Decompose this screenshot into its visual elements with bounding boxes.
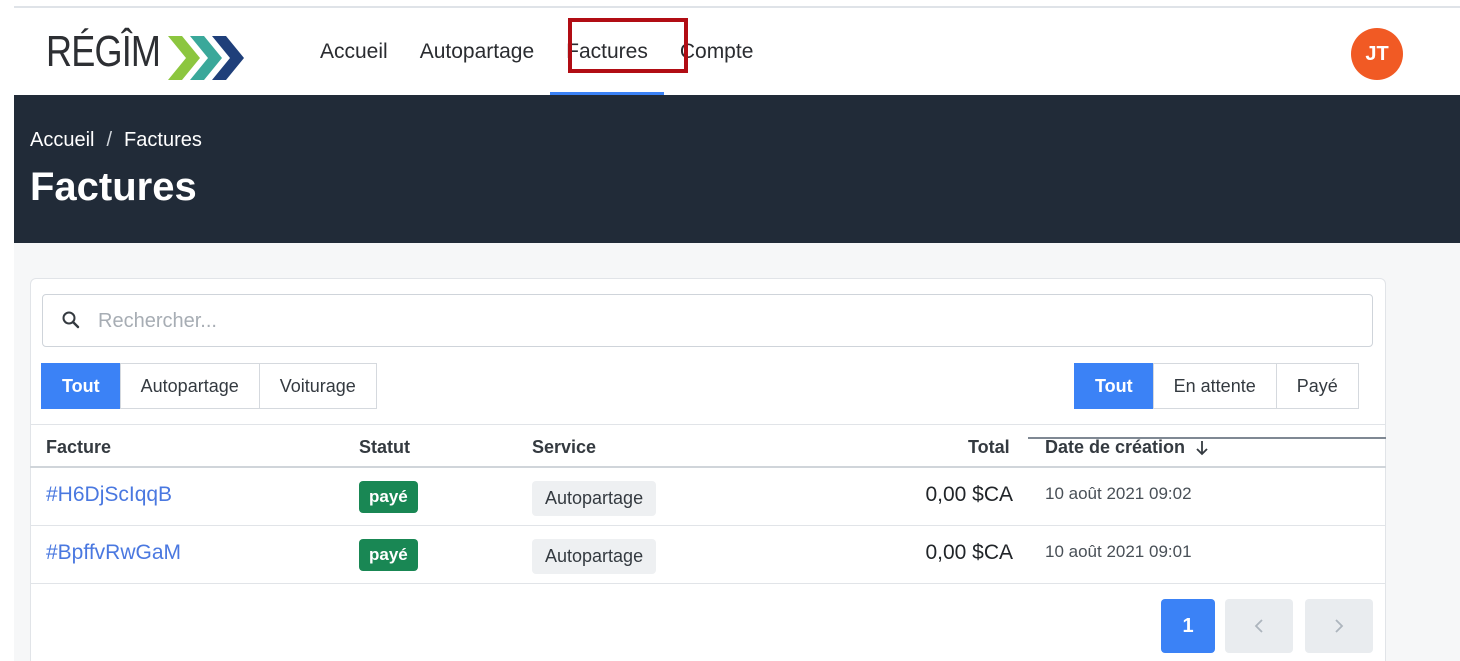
column-header-service[interactable]: Service — [532, 437, 596, 458]
invoice-date: 10 août 2021 09:01 — [1045, 542, 1192, 561]
pagination-prev-button[interactable] — [1225, 599, 1293, 653]
column-header-invoice[interactable]: Facture — [46, 437, 111, 458]
status-filter: Tout En attente Payé — [1074, 363, 1359, 409]
filter-status-all[interactable]: Tout — [1074, 363, 1154, 409]
filter-status-paid[interactable]: Payé — [1275, 363, 1359, 409]
invoices-table: Facture Statut Service Total Date de cré… — [30, 424, 1386, 584]
status-badge: payé — [359, 481, 418, 513]
breadcrumb-separator: / — [106, 129, 113, 151]
filter-status-pending[interactable]: En attente — [1152, 363, 1277, 409]
search-icon — [62, 311, 80, 329]
logo[interactable]: RÉGÎM — [46, 27, 244, 80]
breadcrumb-current: Factures — [124, 129, 202, 151]
filter-service-voiturage[interactable]: Voiturage — [258, 363, 377, 409]
pagination-next-button[interactable] — [1305, 599, 1373, 653]
arrow-down-icon — [1196, 440, 1208, 455]
chevron-left-icon — [1254, 619, 1263, 633]
page-title: Factures — [30, 165, 197, 209]
pagination-page-1[interactable]: 1 — [1161, 599, 1215, 653]
breadcrumb-home[interactable]: Accueil — [30, 129, 94, 152]
page-header: Accueil / Factures Factures — [14, 95, 1460, 243]
navbar: RÉGÎM Accueil Autopartage Factures Compt… — [14, 8, 1460, 95]
search-box — [42, 294, 1373, 347]
invoice-date: 10 août 2021 09:02 — [1045, 484, 1192, 503]
nav-item-autopartage[interactable]: Autopartage — [404, 8, 550, 95]
main-nav: Accueil Autopartage Factures Compte — [304, 8, 769, 95]
table-row: #H6DjScIqqB payé Autopartage 0,00 $CA 10… — [30, 468, 1386, 526]
service-filter: Tout Autopartage Voiturage — [41, 363, 377, 409]
table-row: #BpffvRwGaM payé Autopartage 0,00 $CA 10… — [30, 526, 1386, 584]
service-badge: Autopartage — [532, 481, 657, 516]
filter-service-all[interactable]: Tout — [41, 363, 121, 409]
invoice-total: 0,00 $CA — [925, 541, 1013, 564]
chevron-right-icon — [1335, 619, 1344, 633]
avatar[interactable]: JT — [1351, 28, 1403, 80]
sort-indicator-underline — [1028, 437, 1386, 439]
logo-text: RÉGÎM — [46, 27, 161, 76]
logo-chevrons-icon — [168, 36, 244, 80]
filter-service-autopartage[interactable]: Autopartage — [119, 363, 260, 409]
search-input[interactable] — [98, 305, 1298, 337]
invoice-link[interactable]: #H6DjScIqqB — [46, 483, 172, 507]
column-header-total[interactable]: Total — [968, 437, 1010, 458]
invoice-link[interactable]: #BpffvRwGaM — [46, 541, 181, 565]
column-header-status[interactable]: Statut — [359, 437, 410, 458]
table-header: Facture Statut Service Total Date de cré… — [30, 424, 1386, 468]
column-header-created[interactable]: Date de création — [1045, 437, 1209, 458]
service-badge: Autopartage — [532, 539, 657, 574]
column-header-created-label: Date de création — [1045, 437, 1186, 457]
status-badge: payé — [359, 539, 418, 571]
breadcrumb: Accueil / Factures — [30, 129, 202, 152]
nav-item-accueil[interactable]: Accueil — [304, 8, 404, 95]
highlight-annotation — [568, 18, 688, 73]
invoice-total: 0,00 $CA — [925, 483, 1013, 506]
